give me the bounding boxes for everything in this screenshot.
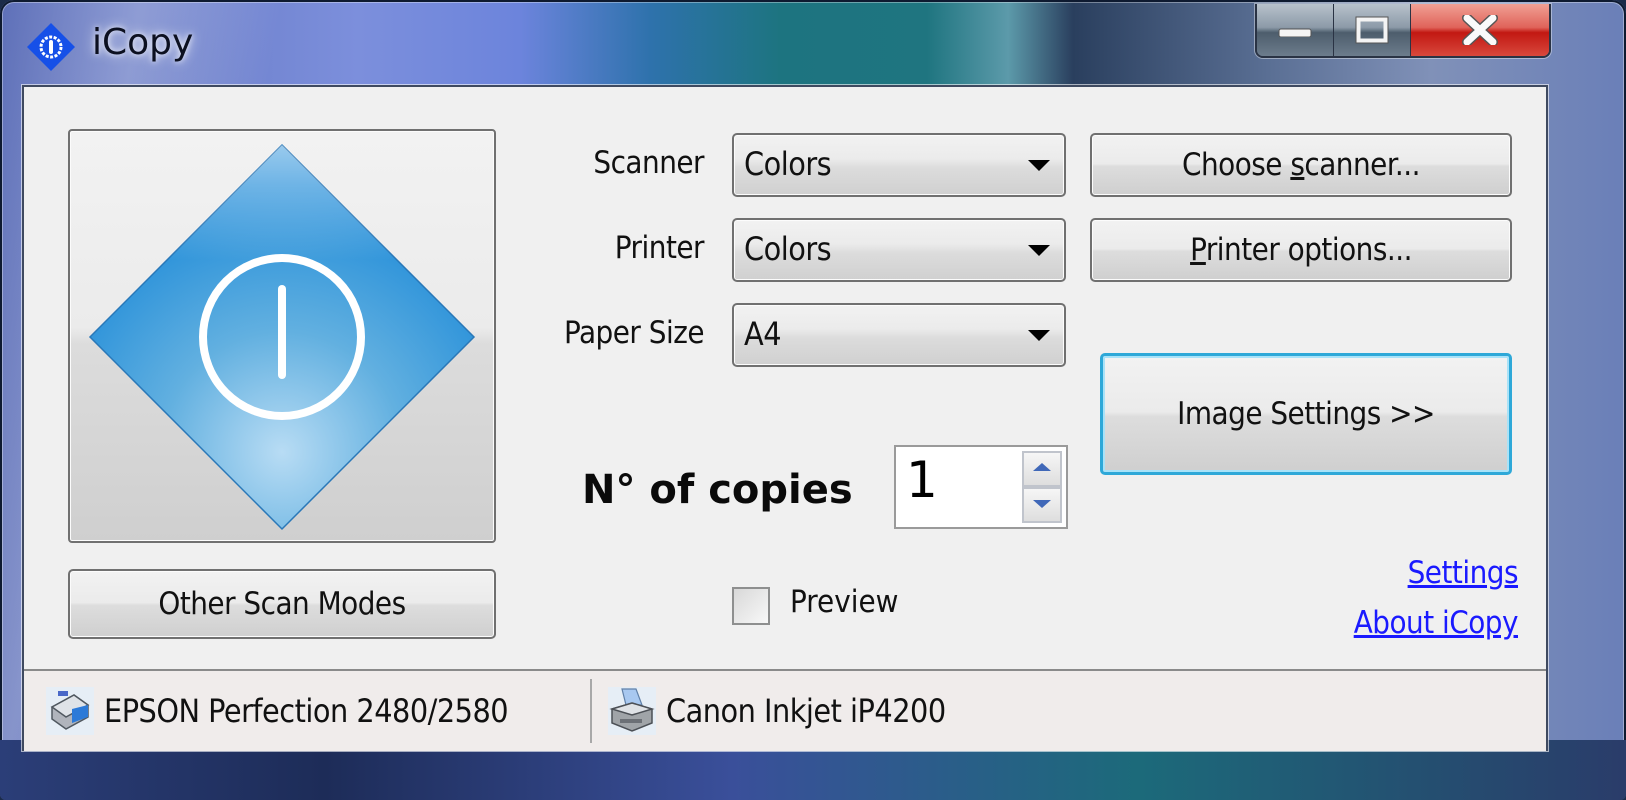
title-bar[interactable]: iCopy [0,0,1626,88]
arrow-down-icon [1033,500,1051,508]
choose-scanner-button[interactable]: Choose scanner... [1090,133,1512,197]
printer-options-button[interactable]: Printer options... [1090,218,1512,282]
chevron-down-icon [1028,330,1050,341]
scanner-name: EPSON Perfection 2480/2580 [104,692,509,730]
printer-mode-value: Colors [744,230,832,268]
image-settings-label: Image Settings >> [1177,396,1435,432]
scanner-mode-value: Colors [744,145,832,183]
printer-mode-select[interactable]: Colors [732,218,1066,282]
chevron-down-icon [1028,160,1050,171]
minimize-icon [1278,28,1312,37]
paper-size-select[interactable]: A4 [732,303,1066,367]
status-bar: EPSON Perfection 2480/2580 Canon Inkjet … [24,669,1546,751]
other-scan-modes-label: Other Scan Modes [158,586,406,622]
window-title: iCopy [92,22,194,63]
minimize-button[interactable] [1257,4,1334,56]
other-scan-modes-button[interactable]: Other Scan Modes [68,569,496,639]
copies-increment-button[interactable] [1022,451,1062,487]
chevron-down-icon [1028,245,1050,256]
scanner-label: Scanner [593,145,704,181]
app-window: iCopy Other Scan Modes Scanner Colors Pr… [0,0,1626,800]
scanner-icon [46,687,94,735]
preview-label[interactable]: Preview [790,584,898,620]
close-button[interactable] [1411,4,1549,56]
maximize-button[interactable] [1334,4,1411,56]
printer-label: Printer [614,230,705,266]
about-link[interactable]: About iCopy [1354,605,1519,641]
paper-size-value: A4 [744,315,782,353]
app-logo-icon [27,23,75,71]
copies-label: N° of copies [582,467,853,513]
client-area: Other Scan Modes Scanner Colors Printer … [22,85,1548,751]
copies-input[interactable]: 1 [906,451,938,509]
choose-scanner-label: Choose scanner... [1182,147,1420,183]
status-printer[interactable]: Canon Inkjet iP4200 [606,671,946,751]
status-scanner[interactable]: EPSON Perfection 2480/2580 [44,671,509,751]
caption-buttons [1255,4,1551,58]
printer-icon [608,687,656,735]
scan-copy-button[interactable] [68,129,496,543]
image-settings-button[interactable]: Image Settings >> [1100,353,1512,475]
copies-stepper: 1 [894,445,1068,529]
scanner-mode-select[interactable]: Colors [732,133,1066,197]
paper-size-label: Paper Size [564,315,704,351]
power-diamond-icon [88,143,476,531]
printer-name: Canon Inkjet iP4200 [666,692,946,730]
copies-decrement-button[interactable] [1022,487,1062,523]
arrow-up-icon [1033,463,1051,471]
printer-options-label: Printer options... [1190,232,1412,268]
preview-checkbox[interactable] [732,587,770,625]
close-icon [1462,15,1498,45]
maximize-icon [1355,16,1389,44]
settings-link[interactable]: Settings [1408,555,1519,591]
status-separator [590,679,592,743]
